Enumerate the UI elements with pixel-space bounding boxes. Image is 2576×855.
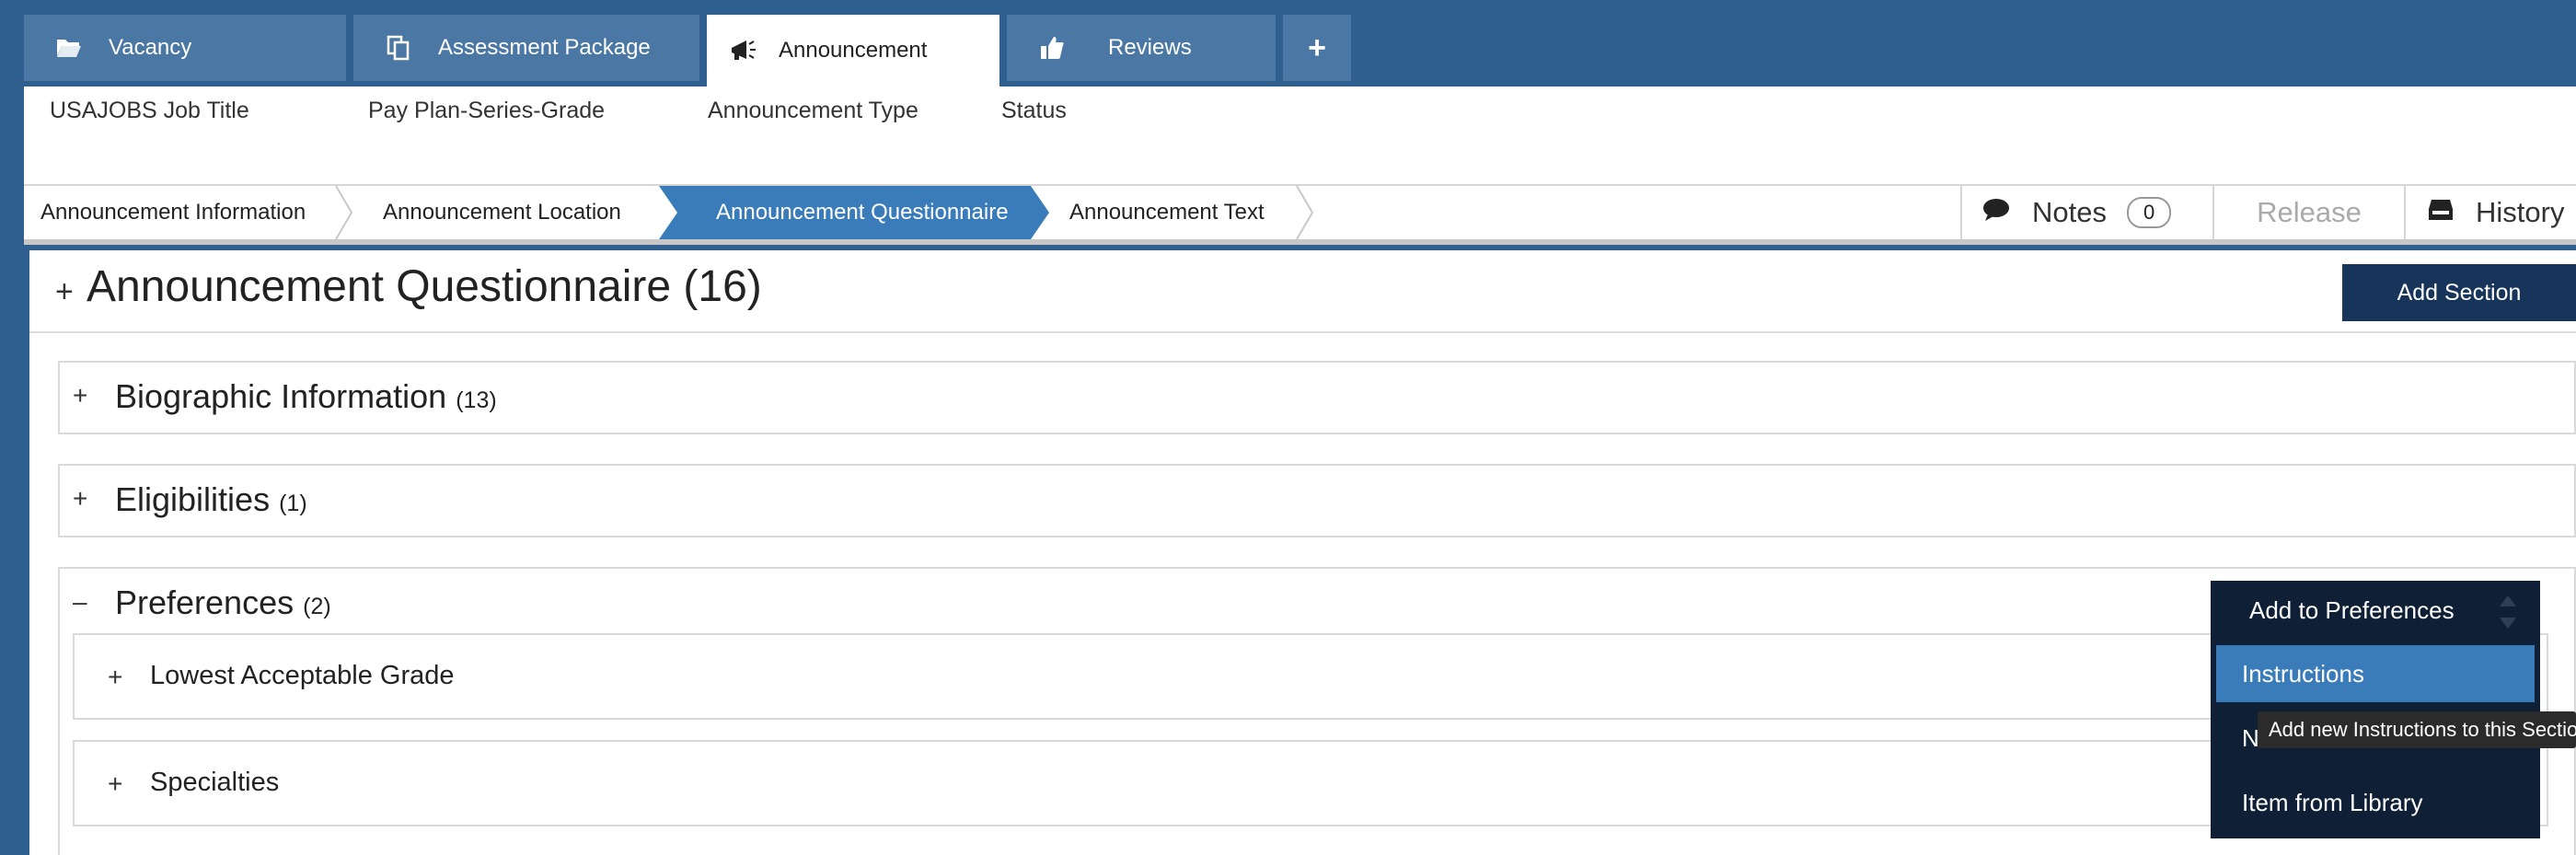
history-button[interactable]: History	[2404, 186, 2576, 239]
dropdown-header-label: Add to Preferences	[2249, 595, 2455, 624]
section-title: Eligibilities (1)	[115, 480, 307, 518]
thumbs-up-icon	[1038, 34, 1066, 62]
item-title: Lowest Acceptable Grade	[150, 661, 455, 690]
release-button[interactable]: Release	[2212, 186, 2404, 239]
section-biographic-information[interactable]: + Biographic Information (13)	[58, 361, 2576, 434]
sort-arrows-icon	[2500, 595, 2516, 629]
step-announcement-questionnaire[interactable]: Announcement Questionnaire	[659, 186, 1031, 239]
notes-label: Notes	[2032, 196, 2107, 228]
expand-icon[interactable]: +	[73, 484, 87, 514]
step-label: Announcement Questionnaire	[716, 200, 1009, 225]
step-divider-icon	[335, 186, 353, 239]
step-notch-icon	[659, 186, 677, 239]
step-label: Announcement Location	[383, 200, 621, 225]
tab-label: Assessment Package	[438, 35, 651, 60]
add-section-button[interactable]: Add Section	[2342, 264, 2576, 321]
dropdown-item-instructions[interactable]: Instructions	[2216, 645, 2535, 702]
top-tab-bar: Vacancy Assessment Package Announcement …	[0, 0, 2576, 87]
notes-button[interactable]: Notes 0	[1960, 186, 2211, 239]
release-label: Release	[2257, 196, 2362, 228]
plus-icon: +	[1308, 29, 1326, 65]
tooltip-text: Add new Instructions to this Section	[2269, 718, 2576, 741]
step-announcement-information[interactable]: Announcement Information	[24, 186, 328, 239]
copy-documents-icon	[385, 34, 412, 62]
step-label: Announcement Information	[40, 200, 306, 225]
expand-icon[interactable]: +	[108, 663, 122, 692]
add-to-preferences-dropdown[interactable]: Add to Preferences Instructions New Item…	[2211, 581, 2540, 838]
item-lowest-acceptable-grade[interactable]: + Lowest Acceptable Grade	[73, 633, 2548, 720]
history-label: History	[2476, 196, 2565, 228]
section-count: (13)	[456, 387, 497, 413]
vacancy-info-strip: USAJOBS Job Title Pay Plan-Series-Grade …	[24, 87, 2576, 186]
expand-icon[interactable]: +	[73, 381, 87, 410]
section-count: (2)	[303, 594, 331, 619]
questionnaire-panel: + Announcement Questionnaire (16) Add Se…	[29, 250, 2576, 855]
section-preferences[interactable]: – Preferences (2) + Lowest Acceptable Gr…	[58, 567, 2576, 855]
dropdown-item-item-from-library[interactable]: Item from Library	[2216, 774, 2535, 831]
pay-plan-label: Pay Plan-Series-Grade	[368, 98, 606, 123]
section-count: (1)	[279, 491, 307, 516]
job-title-label: USAJOBS Job Title	[50, 98, 249, 123]
folder-open-icon	[55, 34, 83, 62]
tab-label: Vacancy	[109, 35, 192, 60]
announcement-type-label: Announcement Type	[708, 98, 918, 123]
tab-assessment-package[interactable]: Assessment Package	[353, 15, 699, 81]
page-title: Announcement Questionnaire (16)	[87, 262, 762, 311]
expand-icon[interactable]: +	[108, 769, 122, 799]
dropdown-item-label: Instructions	[2242, 659, 2364, 687]
add-tab-button[interactable]: +	[1283, 15, 1351, 81]
tab-reviews[interactable]: Reviews	[1007, 15, 1276, 81]
item-title: Specialties	[150, 768, 280, 797]
announcement-step-bar: Announcement Information Announcement Lo…	[24, 186, 2576, 245]
tab-announcement[interactable]: Announcement	[707, 15, 999, 87]
notes-count-badge: 0	[2126, 197, 2172, 228]
section-title: Preferences (2)	[115, 583, 331, 621]
megaphone-icon	[729, 37, 757, 64]
step-announcement-location[interactable]: Announcement Location	[363, 186, 659, 239]
questionnaire-header: + Announcement Questionnaire (16) Add Se…	[29, 250, 2576, 333]
archive-icon	[2428, 196, 2454, 229]
instructions-tooltip: Add new Instructions to this Section	[2258, 711, 2576, 748]
collapse-icon[interactable]: –	[73, 587, 87, 617]
dropdown-item-label: Item from Library	[2242, 788, 2423, 816]
status-label: Status	[1001, 98, 1067, 123]
tab-label: Announcement	[779, 38, 928, 63]
dropdown-header[interactable]: Add to Preferences	[2211, 581, 2540, 640]
expand-all-icon[interactable]: +	[55, 274, 74, 310]
tab-label: Reviews	[1108, 35, 1192, 60]
section-title: Biographic Information (13)	[115, 377, 497, 415]
tab-vacancy[interactable]: Vacancy	[24, 15, 346, 81]
speech-bubble-icon	[1982, 196, 2010, 229]
step-announcement-text[interactable]: Announcement Text	[1055, 186, 1294, 239]
step-divider-icon	[1296, 186, 1314, 239]
item-specialties[interactable]: + Specialties	[73, 740, 2548, 826]
step-arrow-icon	[1031, 186, 1049, 239]
step-label: Announcement Text	[1069, 200, 1265, 225]
section-eligibilities[interactable]: + Eligibilities (1)	[58, 464, 2576, 537]
